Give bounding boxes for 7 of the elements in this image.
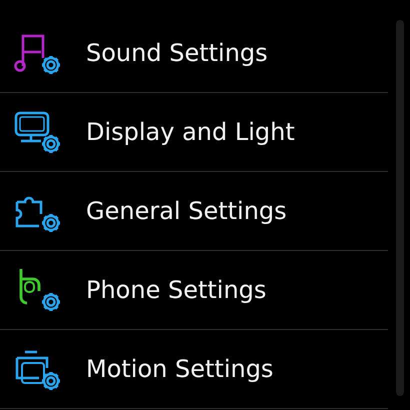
monitor-gear-icon — [12, 109, 62, 155]
menu-item[interactable]: Phone Settings — [86, 272, 266, 308]
menu-item[interactable]: Sound Settings — [86, 35, 268, 71]
menu-item[interactable]: General Settings — [86, 193, 287, 229]
menu-item[interactable]: Display and Light — [86, 114, 295, 150]
menu-item[interactable]: Motion Settings — [86, 351, 274, 387]
scrollbar[interactable] — [396, 20, 404, 396]
